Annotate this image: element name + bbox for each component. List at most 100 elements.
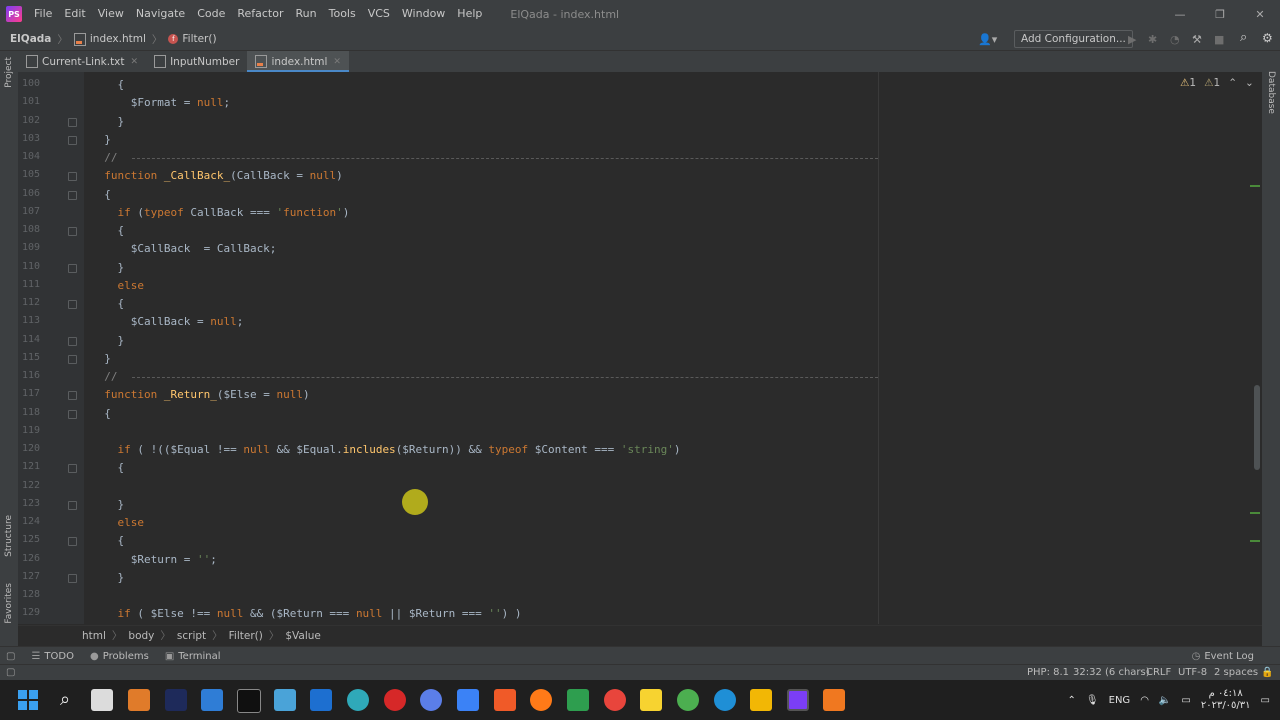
editor-scrollbar[interactable] [1254, 385, 1260, 470]
chevron-down-icon[interactable]: ⌄ [1245, 77, 1254, 89]
search-icon[interactable]: ⌕ [1240, 30, 1247, 45]
indent-setting[interactable]: 2 spaces [1214, 667, 1258, 678]
structure-tool-tab[interactable]: Structure [4, 515, 14, 557]
phpstorm-icon[interactable] [787, 689, 809, 711]
layout-icon[interactable]: ▢ [6, 667, 15, 678]
close-window-button[interactable]: ✕ [1240, 8, 1280, 21]
code-line[interactable]: { [91, 78, 124, 91]
wifi-icon[interactable]: ◠ [1140, 695, 1149, 706]
caret-position[interactable]: 32:32 (6 chars) [1073, 667, 1150, 678]
app-icon[interactable] [823, 689, 845, 711]
app-icon[interactable] [567, 689, 589, 711]
code-line[interactable]: { [91, 534, 124, 547]
close-tab-icon[interactable]: ✕ [333, 57, 341, 67]
microphone-icon[interactable]: 🎙 [1086, 695, 1099, 706]
fold-marker-icon[interactable] [68, 573, 77, 583]
tab-input-number[interactable]: InputNumber [146, 51, 247, 72]
code-line[interactable]: } [91, 571, 124, 584]
project-tool-tab[interactable]: Project [4, 57, 14, 88]
fold-marker-icon[interactable] [68, 354, 77, 364]
fold-marker-icon[interactable] [68, 263, 77, 273]
tool-window-toggle-icon[interactable]: ▢ [6, 651, 15, 662]
notification-icon[interactable]: ▭ [1261, 695, 1270, 706]
fold-marker-icon[interactable] [68, 537, 77, 547]
add-configuration-button[interactable]: Add Configuration... [1014, 30, 1133, 48]
fold-marker-icon[interactable] [68, 227, 77, 236]
sticky-notes-icon[interactable] [640, 689, 662, 711]
stop-icon[interactable]: ■ [1214, 33, 1224, 46]
edge-icon[interactable] [714, 689, 736, 711]
notepad-icon[interactable] [457, 689, 479, 711]
minimize-button[interactable]: — [1160, 8, 1200, 21]
code-line[interactable]: $CallBack = null; [91, 315, 244, 328]
code-line[interactable]: { [91, 224, 124, 237]
code-line[interactable]: function _Return_($Else = null) [91, 388, 309, 401]
code-line[interactable]: { [91, 461, 124, 474]
code-line[interactable]: } [91, 334, 124, 347]
code-line[interactable]: } [91, 115, 124, 128]
code-line[interactable]: { [91, 297, 124, 310]
favorites-tool-tab[interactable]: Favorites [4, 583, 14, 624]
menu-edit[interactable]: Edit [58, 0, 91, 28]
app-icon[interactable] [128, 689, 150, 711]
code-line[interactable]: else [91, 279, 145, 292]
tab-current-link[interactable]: Current-Link.txt ✕ [18, 51, 146, 72]
firefox-icon[interactable] [530, 689, 552, 711]
chevron-up-icon[interactable]: ⌃ [1228, 77, 1237, 89]
php-version[interactable]: PHP: 8.1 [1027, 667, 1069, 678]
code-line[interactable]: $Return = ''; [91, 553, 217, 566]
fold-marker-icon[interactable] [68, 172, 77, 182]
chrome-icon[interactable] [677, 689, 699, 711]
menu-navigate[interactable]: Navigate [130, 0, 191, 28]
breadcrumb-html[interactable]: html [82, 630, 106, 642]
breadcrumb-body[interactable]: body [128, 630, 154, 642]
breadcrumb-value[interactable]: $Value [285, 630, 321, 642]
code-line[interactable]: $Format = null; [91, 96, 230, 109]
code-line[interactable]: } [91, 352, 111, 365]
user-icon[interactable]: 👤▾ [978, 33, 997, 46]
task-view-icon[interactable] [91, 689, 113, 711]
file-encoding[interactable]: UTF-8 [1178, 667, 1207, 678]
battery-icon[interactable]: ▭ [1181, 695, 1190, 706]
mail-icon[interactable] [310, 689, 332, 711]
code-line[interactable]: } [91, 261, 124, 274]
nav-project[interactable]: ElQada [6, 33, 55, 45]
menu-help[interactable]: Help [451, 0, 488, 28]
search-icon[interactable]: ⌕ [54, 689, 76, 711]
fold-marker-icon[interactable] [68, 117, 77, 127]
store-icon[interactable] [201, 689, 223, 711]
code-line[interactable]: // [91, 370, 117, 383]
maximize-button[interactable]: ❐ [1200, 8, 1240, 21]
build-icon[interactable]: ⚒ [1192, 33, 1202, 46]
opera-icon[interactable] [384, 689, 406, 711]
code-line[interactable]: if (typeof CallBack === 'function') [91, 206, 350, 219]
inspection-widget[interactable]: ⚠1 ⚠1 ⌃ ⌄ [1180, 77, 1254, 89]
windows-start-icon[interactable] [17, 689, 39, 711]
todo-tool-button[interactable]: ☰ TODO [31, 651, 74, 662]
fold-marker-icon[interactable] [68, 391, 77, 401]
fold-marker-icon[interactable] [68, 190, 77, 200]
debug-icon[interactable]: ✱ [1148, 33, 1157, 46]
menu-run[interactable]: Run [290, 0, 323, 28]
code-editor[interactable]: { $Format = null; } } // function _CallB… [84, 72, 1262, 624]
weak-warning-indicator[interactable]: ⚠1 [1204, 77, 1220, 89]
code-line[interactable]: $CallBack = CallBack; [91, 242, 277, 255]
chevron-up-icon[interactable]: ⌃ [1068, 695, 1076, 706]
app-icon[interactable] [274, 689, 296, 711]
clock[interactable]: ٠٤:١٨ م ٢٠٢٣/٠٥/٣١ [1201, 688, 1251, 712]
close-tab-icon[interactable]: ✕ [131, 57, 139, 67]
settings-gear-icon[interactable]: ⚙ [1262, 31, 1273, 45]
terminal-app-icon[interactable] [237, 689, 261, 713]
nav-function[interactable]: f Filter() [164, 33, 220, 45]
run-icon[interactable]: ▶ [1128, 33, 1136, 46]
coverage-icon[interactable]: ◔ [1170, 33, 1180, 46]
nav-file[interactable]: index.html [70, 32, 150, 46]
lock-icon[interactable]: 🔒 [1261, 667, 1273, 678]
menu-tools[interactable]: Tools [323, 0, 362, 28]
code-line[interactable]: { [91, 188, 111, 201]
fold-marker-icon[interactable] [68, 500, 77, 510]
problems-tool-button[interactable]: ● Problems [90, 651, 149, 662]
line-number-gutter[interactable]: 100 101 102 103 104 105 106 107 108 109 110 111 112 1… [18, 72, 84, 624]
brave-icon[interactable] [494, 689, 516, 711]
fold-marker-icon[interactable] [68, 135, 77, 145]
